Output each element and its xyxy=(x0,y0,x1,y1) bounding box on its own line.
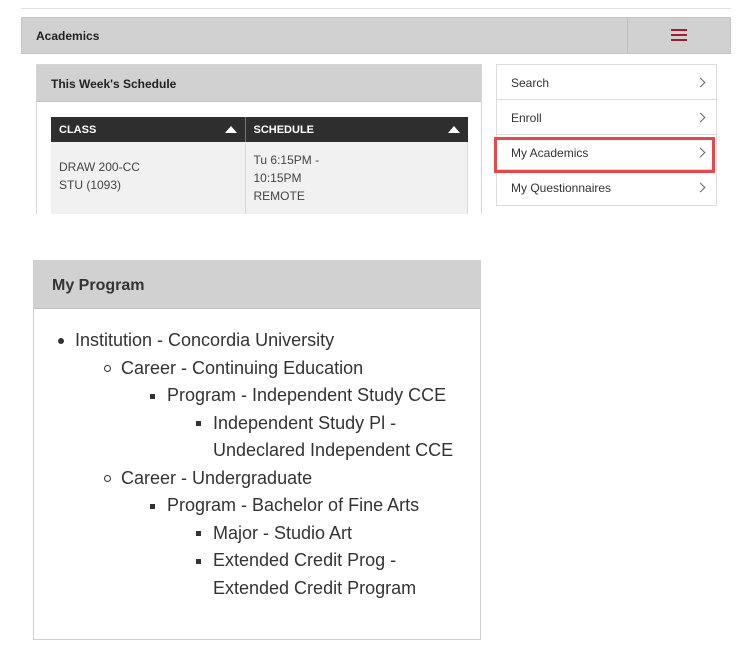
chevron-right-icon xyxy=(695,112,706,123)
nav-item-search[interactable]: Search xyxy=(497,65,716,100)
nav-item-my-questionnaires[interactable]: My Questionnaires xyxy=(497,170,716,205)
list-bullet xyxy=(58,338,64,344)
nav-item-label: My Questionnaires xyxy=(511,181,612,195)
chevron-right-icon xyxy=(695,77,706,88)
career-item: Career - Continuing Education xyxy=(121,358,364,378)
nav-item-enroll[interactable]: Enroll xyxy=(497,100,716,135)
list-bullet xyxy=(104,475,111,482)
schedule-table: CLASS SCHEDULE DRAW 200-CC STU (1093) Tu… xyxy=(51,117,468,214)
column-header-class-label: CLASS xyxy=(59,123,97,136)
table-row: DRAW 200-CC STU (1093) Tu 6:15PM - 10:15… xyxy=(51,142,468,214)
nav-item-label: My Academics xyxy=(511,146,589,160)
class-section: STU (1093) xyxy=(59,178,122,192)
program-item: Program - Independent Study CCE xyxy=(167,385,447,405)
academics-nav-menu: Search Enroll My Academics My Questionna… xyxy=(496,64,717,206)
hamburger-icon xyxy=(671,29,687,41)
program-panel-header: My Program xyxy=(34,261,480,309)
nav-item-label: Search xyxy=(511,76,550,90)
column-header-class[interactable]: CLASS xyxy=(51,117,246,142)
class-location: REMOTE xyxy=(253,189,305,203)
class-code: DRAW 200-CC xyxy=(59,160,140,174)
list-bullet xyxy=(196,531,201,536)
class-cell: DRAW 200-CC STU (1093) xyxy=(51,142,246,214)
top-divider xyxy=(21,8,731,9)
class-time-end: 10:15PM xyxy=(253,171,302,185)
list-bullet xyxy=(150,504,155,509)
career-item: Career - Undergraduate xyxy=(121,468,313,488)
sort-ascending-icon[interactable] xyxy=(224,126,237,133)
chevron-right-icon xyxy=(695,147,706,158)
program-panel-title: My Program xyxy=(52,277,145,294)
list-bullet xyxy=(150,394,155,399)
column-header-schedule[interactable]: SCHEDULE xyxy=(245,117,468,142)
plan-item-continued: Extended Credit Program xyxy=(213,578,417,598)
sort-ascending-icon[interactable] xyxy=(447,126,460,133)
plan-item-continued: Undeclared Independent CCE xyxy=(213,440,454,460)
class-time-start: Tu 6:15PM - xyxy=(253,153,320,167)
plan-item: Major - Studio Art xyxy=(213,523,353,543)
weekly-schedule-panel: This Week's Schedule CLASS SCHEDULE DRAW… xyxy=(36,64,482,214)
nav-item-my-academics[interactable]: My Academics xyxy=(497,135,716,170)
menu-toggle-button[interactable] xyxy=(627,18,730,53)
list-bullet xyxy=(104,365,111,372)
academics-title: Academics xyxy=(36,29,100,43)
list-bullet xyxy=(196,421,201,426)
chevron-right-icon xyxy=(695,182,706,193)
academics-header: Academics xyxy=(21,17,731,54)
plan-item: Extended Credit Prog - xyxy=(213,550,397,570)
nav-item-label: Enroll xyxy=(511,111,542,125)
plan-item: Independent Study Pl - xyxy=(213,413,397,433)
column-header-schedule-label: SCHEDULE xyxy=(253,123,315,136)
program-item: Program - Bachelor of Fine Arts xyxy=(167,495,420,515)
schedule-cell: Tu 6:15PM - 10:15PM REMOTE xyxy=(245,142,468,214)
my-program-panel: My Program Institution - Concordia Unive… xyxy=(33,260,481,640)
schedule-panel-title: This Week's Schedule xyxy=(51,77,177,91)
list-bullet xyxy=(196,559,201,564)
institution-item: Institution - Concordia University xyxy=(75,330,335,350)
schedule-panel-header: This Week's Schedule xyxy=(37,65,481,102)
